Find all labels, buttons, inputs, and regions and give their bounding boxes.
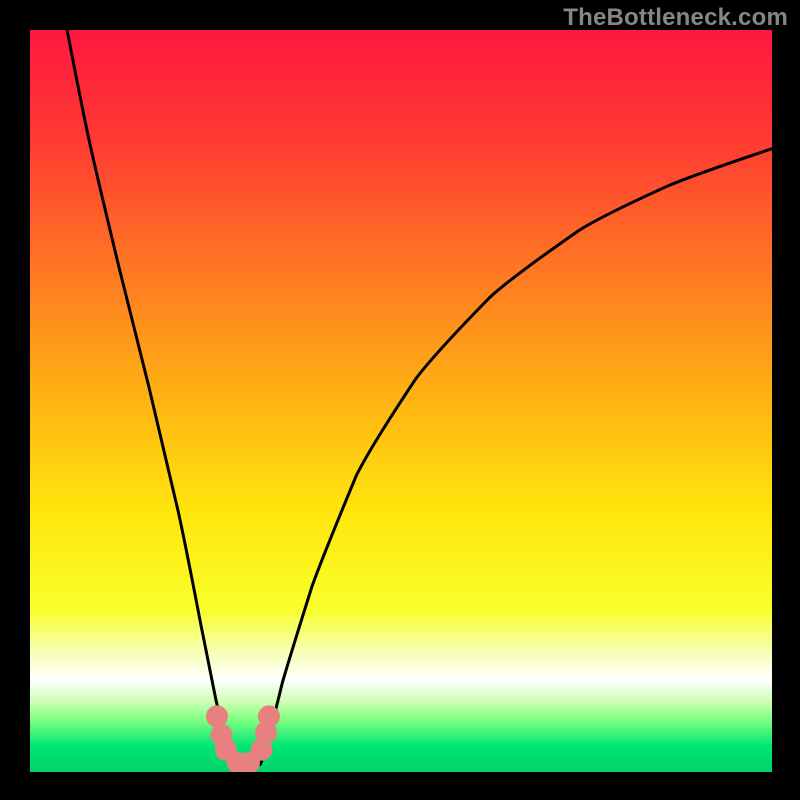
marker-point <box>258 705 280 727</box>
outer-frame: TheBottleneck.com <box>0 0 800 800</box>
chart-svg <box>30 30 772 772</box>
watermark-label: TheBottleneck.com <box>563 4 788 32</box>
plot-area <box>30 30 772 772</box>
marker-point <box>206 705 228 727</box>
